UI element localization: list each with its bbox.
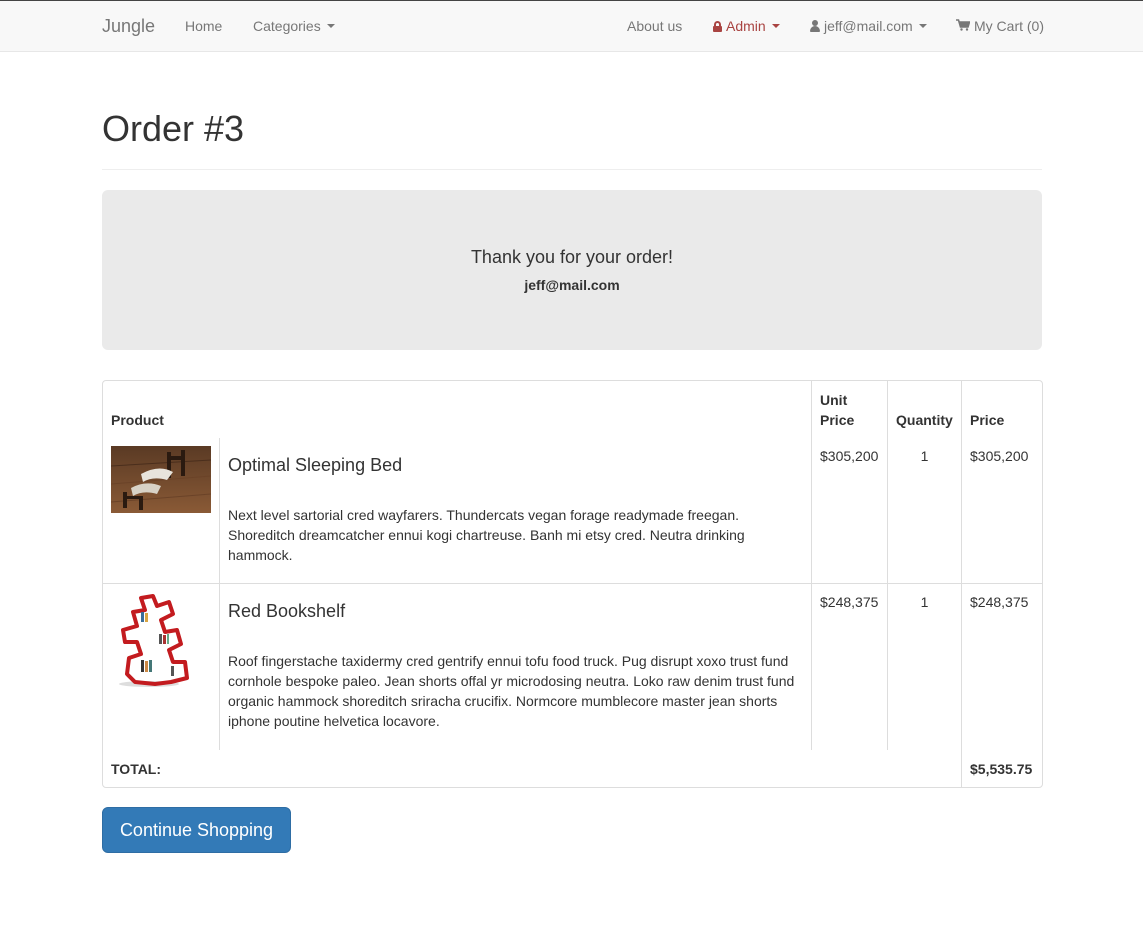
nav-about-link[interactable]: About us [627, 18, 682, 34]
header-unit-price: Unit Price [812, 381, 889, 438]
title-divider [102, 169, 1042, 170]
order-confirmation-panel: Thank you for your order! jeff@mail.com [102, 190, 1042, 350]
unit-price-cell: $305,200 [812, 438, 889, 584]
product-details-cell: Red Bookshelf Roof fingerstache taxiderm… [220, 584, 813, 750]
chevron-down-icon [771, 24, 780, 28]
table-row: Red Bookshelf Roof fingerstache taxiderm… [103, 584, 1042, 750]
product-description: Roof fingerstache taxidermy cred gentrif… [228, 653, 795, 729]
price-cell: $248,375 [970, 594, 1029, 610]
nav-cart-label: My Cart (0) [974, 18, 1044, 34]
nav-admin-dropdown[interactable]: Admin [713, 18, 780, 34]
page-title: Order #3 [102, 108, 245, 149]
product-name[interactable]: Optimal Sleeping Bed [228, 455, 803, 475]
order-items-table: Product Unit Price Quantity Price Optima… [102, 380, 1044, 788]
confirmation-email: jeff@mail.com [524, 277, 620, 293]
table-row: Optimal Sleeping Bed Next level sartoria… [103, 438, 1043, 584]
bed-photo-icon[interactable] [111, 446, 211, 513]
cart-icon [956, 18, 971, 34]
price-cell: $305,200 [962, 438, 1043, 584]
nav-user-dropdown[interactable]: jeff@mail.com [810, 18, 927, 34]
nav-admin-label: Admin [726, 18, 766, 34]
header-quantity: Quantity [888, 381, 963, 438]
nav-home-link[interactable]: Home [185, 18, 222, 34]
table-header-row: Product Unit Price Quantity Price [103, 381, 1042, 438]
total-row: TOTAL: $5,535.75 [103, 750, 1042, 787]
header-price: Price [970, 412, 1005, 428]
nav-cart-link[interactable]: My Cart (0) [956, 18, 1044, 34]
product-image-cell [103, 438, 220, 584]
brand-link[interactable]: Jungle [102, 16, 155, 37]
chevron-down-icon [326, 24, 335, 28]
nav-home-label: Home [185, 18, 223, 34]
quantity-cell: 1 [888, 584, 963, 750]
quantity-cell: 1 [888, 438, 963, 584]
top-navbar: Jungle Home Categories About us Admin je… [0, 0, 1143, 52]
thank-you-message: Thank you for your order! [470, 247, 674, 267]
product-name[interactable]: Red Bookshelf [228, 601, 803, 621]
nav-categories-label: Categories [253, 18, 321, 34]
header-product: Product [103, 381, 813, 438]
nav-user-email: jeff@mail.com [824, 18, 913, 34]
product-details-cell: Optimal Sleeping Bed Next level sartoria… [220, 438, 813, 584]
total-label: TOTAL: [103, 750, 963, 787]
lock-icon [713, 20, 722, 32]
total-value: $5,535.75 [970, 760, 1033, 777]
product-description: Next level sartorial cred wayfarers. Thu… [228, 507, 745, 563]
unit-price-cell: $248,375 [812, 584, 889, 750]
bookshelf-photo-icon[interactable] [111, 592, 211, 692]
nav-categories-dropdown[interactable]: Categories [253, 18, 335, 34]
nav-about-label: About us [627, 18, 683, 34]
product-image-cell [103, 584, 220, 750]
user-icon [810, 20, 820, 32]
chevron-down-icon [918, 24, 927, 28]
continue-shopping-button[interactable]: Continue Shopping [102, 807, 291, 853]
